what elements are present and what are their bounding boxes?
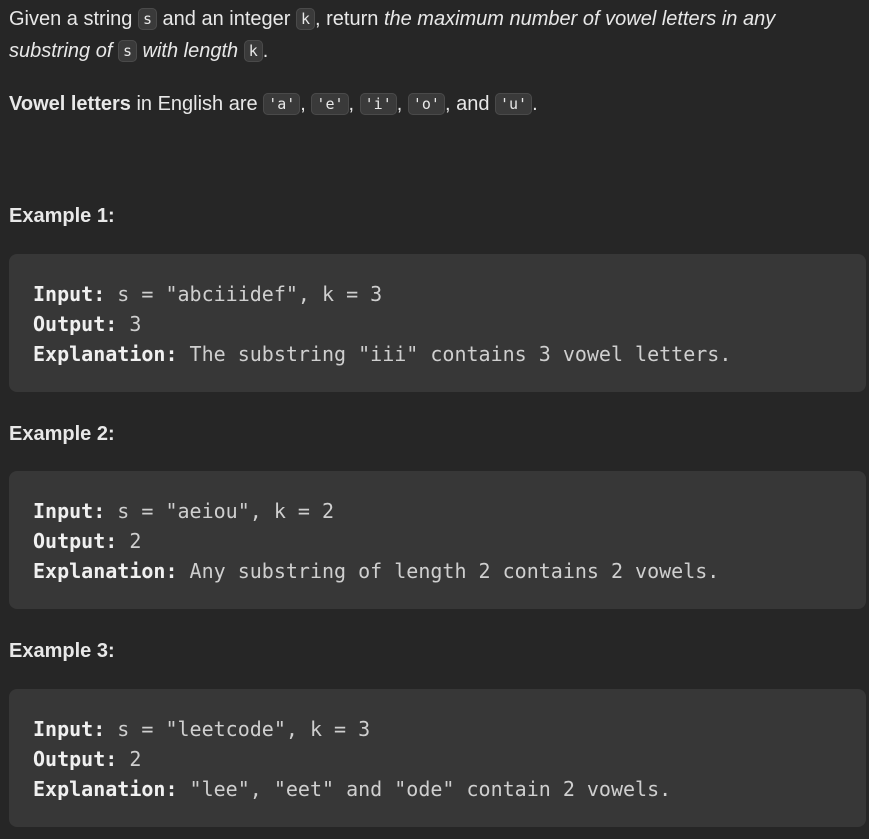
code-s: s (117, 40, 137, 62)
example-3-output: Output: 2 (33, 744, 842, 774)
italic-text: substring of (9, 40, 118, 62)
example-2-box: Input: s = "aeiou", k = 2 Output: 2 Expl… (9, 471, 866, 609)
input-label: Input: (33, 282, 106, 306)
text: , return (315, 8, 384, 30)
text: in English are (130, 93, 264, 115)
code-vowel-i: 'i' (359, 93, 397, 115)
explanation-label: Explanation: (33, 342, 178, 366)
explanation-value: The substring "iii" contains 3 vowel let… (177, 342, 732, 366)
output-label: Output: (33, 529, 118, 553)
code-vowel-o: 'o' (407, 93, 445, 115)
text: and an integer (156, 8, 296, 30)
example-1-output: Output: 3 (33, 309, 842, 339)
example-2-explanation: Explanation: Any substring of length 2 c… (33, 556, 842, 586)
example-3-box: Input: s = "leetcode", k = 3 Output: 2 E… (9, 689, 866, 827)
example-2-title: Example 2: (9, 423, 115, 445)
explanation-label: Explanation: (33, 559, 178, 583)
italic-text: the maximum number of vowel letters in a… (383, 8, 776, 30)
vowel-letters-line: Vowel letters in English are 'a', 'e', '… (9, 89, 538, 120)
explanation-value: Any substring of length 2 contains 2 vow… (177, 559, 720, 583)
input-value: s = "abciiidef", k = 3 (105, 282, 383, 306)
output-value: 3 (117, 312, 142, 336)
example-3-title: Example 3: (9, 640, 115, 662)
output-label: Output: (33, 747, 118, 771)
text: , (348, 93, 360, 115)
input-value: s = "aeiou", k = 2 (105, 499, 335, 523)
code-vowel-a: 'a' (263, 93, 301, 115)
example-3-explanation: Explanation: "lee", "eet" and "ode" cont… (33, 774, 842, 804)
example-1-box: Input: s = "abciiidef", k = 3 Output: 3 … (9, 254, 866, 392)
input-value: s = "leetcode", k = 3 (105, 717, 371, 741)
example-2-input: Input: s = "aeiou", k = 2 (33, 496, 842, 526)
input-label: Input: (33, 499, 106, 523)
code-vowel-u: 'u' (495, 93, 533, 115)
explanation-value: "lee", "eet" and "ode" contain 2 vowels. (177, 777, 672, 801)
output-value: 2 (117, 747, 142, 771)
code-k: k (295, 8, 316, 30)
text: . (532, 93, 538, 115)
output-label: Output: (33, 312, 118, 336)
text: , (300, 93, 312, 115)
example-2-output: Output: 2 (33, 526, 842, 556)
text: . (262, 40, 269, 62)
text: , (396, 93, 408, 115)
code-vowel-e: 'e' (311, 93, 349, 115)
text: , and (444, 93, 495, 115)
explanation-label: Explanation: (33, 777, 178, 801)
problem-description: Given a string s and an integer k, retur… (9, 4, 859, 68)
example-1-input: Input: s = "abciiidef", k = 3 (33, 279, 842, 309)
italic-text: with length (136, 40, 244, 62)
example-1-explanation: Explanation: The substring "iii" contain… (33, 339, 842, 369)
example-3-input: Input: s = "leetcode", k = 3 (33, 714, 842, 744)
bold-text: Vowel letters (9, 93, 131, 115)
text: Given a string (9, 8, 138, 30)
description-line-1: Given a string s and an integer k, retur… (9, 4, 859, 36)
example-1-title: Example 1: (9, 205, 115, 227)
code-s: s (137, 8, 157, 30)
code-k: k (243, 40, 263, 62)
output-value: 2 (117, 529, 142, 553)
input-label: Input: (33, 717, 106, 741)
description-line-2: substring of s with length k. (9, 36, 859, 68)
